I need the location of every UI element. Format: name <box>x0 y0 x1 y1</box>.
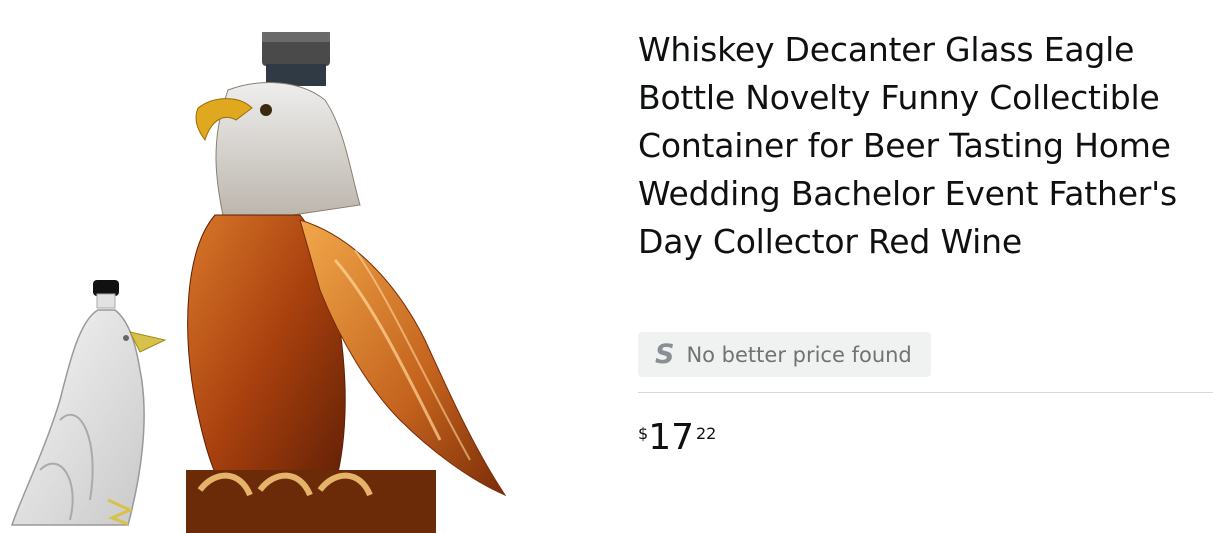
price-tracker-s-icon: S <box>655 339 675 370</box>
small-glass-eagle-decanter <box>10 280 167 526</box>
price-fraction: 22 <box>696 424 717 443</box>
divider <box>638 392 1213 393</box>
product-title[interactable]: Whiskey Decanter Glass Eagle Bottle Nove… <box>638 26 1198 266</box>
product-image[interactable] <box>0 0 600 533</box>
large-amber-eagle-decanter <box>186 32 507 533</box>
price-comparison-badge[interactable]: S No better price found <box>638 332 931 377</box>
product-info: Whiskey Decanter Glass Eagle Bottle Nove… <box>638 26 1198 266</box>
price-currency-symbol: $ <box>638 424 649 443</box>
product-price: $ 17 22 <box>638 418 716 458</box>
price-whole: 17 <box>648 417 694 458</box>
price-badge-text: No better price found <box>686 342 912 367</box>
